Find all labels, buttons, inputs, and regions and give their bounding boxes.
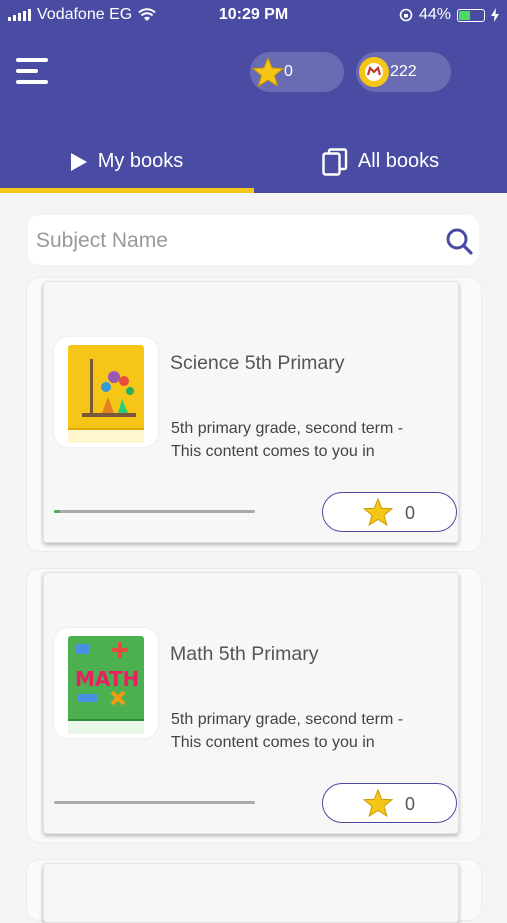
search-box (28, 215, 479, 265)
math-book-cover-image: MATH (68, 636, 144, 734)
app-header: 0 222 My books All books (0, 30, 507, 193)
tab-my-books-label: My books (97, 150, 184, 172)
stars-count: 0 (284, 63, 293, 80)
book-cover: MATH (54, 628, 158, 738)
star-icon (363, 789, 393, 817)
coins-pill[interactable]: 222 (356, 52, 451, 92)
star-icon (252, 56, 284, 88)
coins-count: 222 (390, 63, 417, 80)
tab-my-books[interactable]: My books (0, 130, 253, 193)
tabs: My books All books (0, 130, 507, 193)
book-card[interactable] (43, 863, 459, 923)
copy-icon (322, 147, 348, 176)
science-book-cover-image (68, 345, 144, 443)
book-description: 5th primary grade, second term - This co… (171, 420, 404, 460)
tab-selected-indicator (0, 188, 254, 193)
book-description: 5th primary grade, second term - This co… (171, 711, 404, 751)
lock-rotation-icon (399, 8, 413, 22)
book-title: Science 5th Primary (170, 352, 345, 374)
reading-progress (54, 801, 255, 804)
book-card-container (27, 860, 481, 923)
book-cover (54, 337, 158, 447)
search-input[interactable] (34, 225, 438, 257)
tab-all-books-label: All books (357, 150, 440, 172)
battery-icon (457, 8, 485, 22)
battery-percent: 44% (418, 6, 451, 23)
book-card[interactable]: Science 5th Primary 5th primary grade, s… (43, 281, 459, 543)
coin-icon (359, 57, 389, 87)
status-bar: Vodafone EG 10:29 PM 44% (0, 0, 507, 30)
play-icon (70, 152, 87, 171)
svg-text:MATH: MATH (75, 667, 139, 691)
book-card-container: Science 5th Primary 5th primary grade, s… (27, 278, 481, 551)
rating-count: 0 (405, 794, 416, 814)
menu-icon[interactable] (16, 58, 48, 86)
book-card-container: MATH Math 5th Primary 5th primary grade,… (27, 569, 481, 842)
book-title: Math 5th Primary (170, 643, 319, 665)
rating-count: 0 (405, 503, 416, 523)
stars-pill[interactable]: 0 (250, 52, 344, 92)
star-icon (363, 498, 393, 526)
search-icon[interactable] (445, 227, 473, 255)
rating-button[interactable]: 0 (322, 783, 457, 823)
reading-progress (54, 510, 255, 513)
progress-fill (54, 510, 61, 513)
tab-all-books[interactable]: All books (254, 130, 507, 193)
rating-button[interactable]: 0 (322, 492, 457, 532)
charging-icon (491, 8, 499, 22)
book-card[interactable]: MATH Math 5th Primary 5th primary grade,… (43, 572, 459, 834)
